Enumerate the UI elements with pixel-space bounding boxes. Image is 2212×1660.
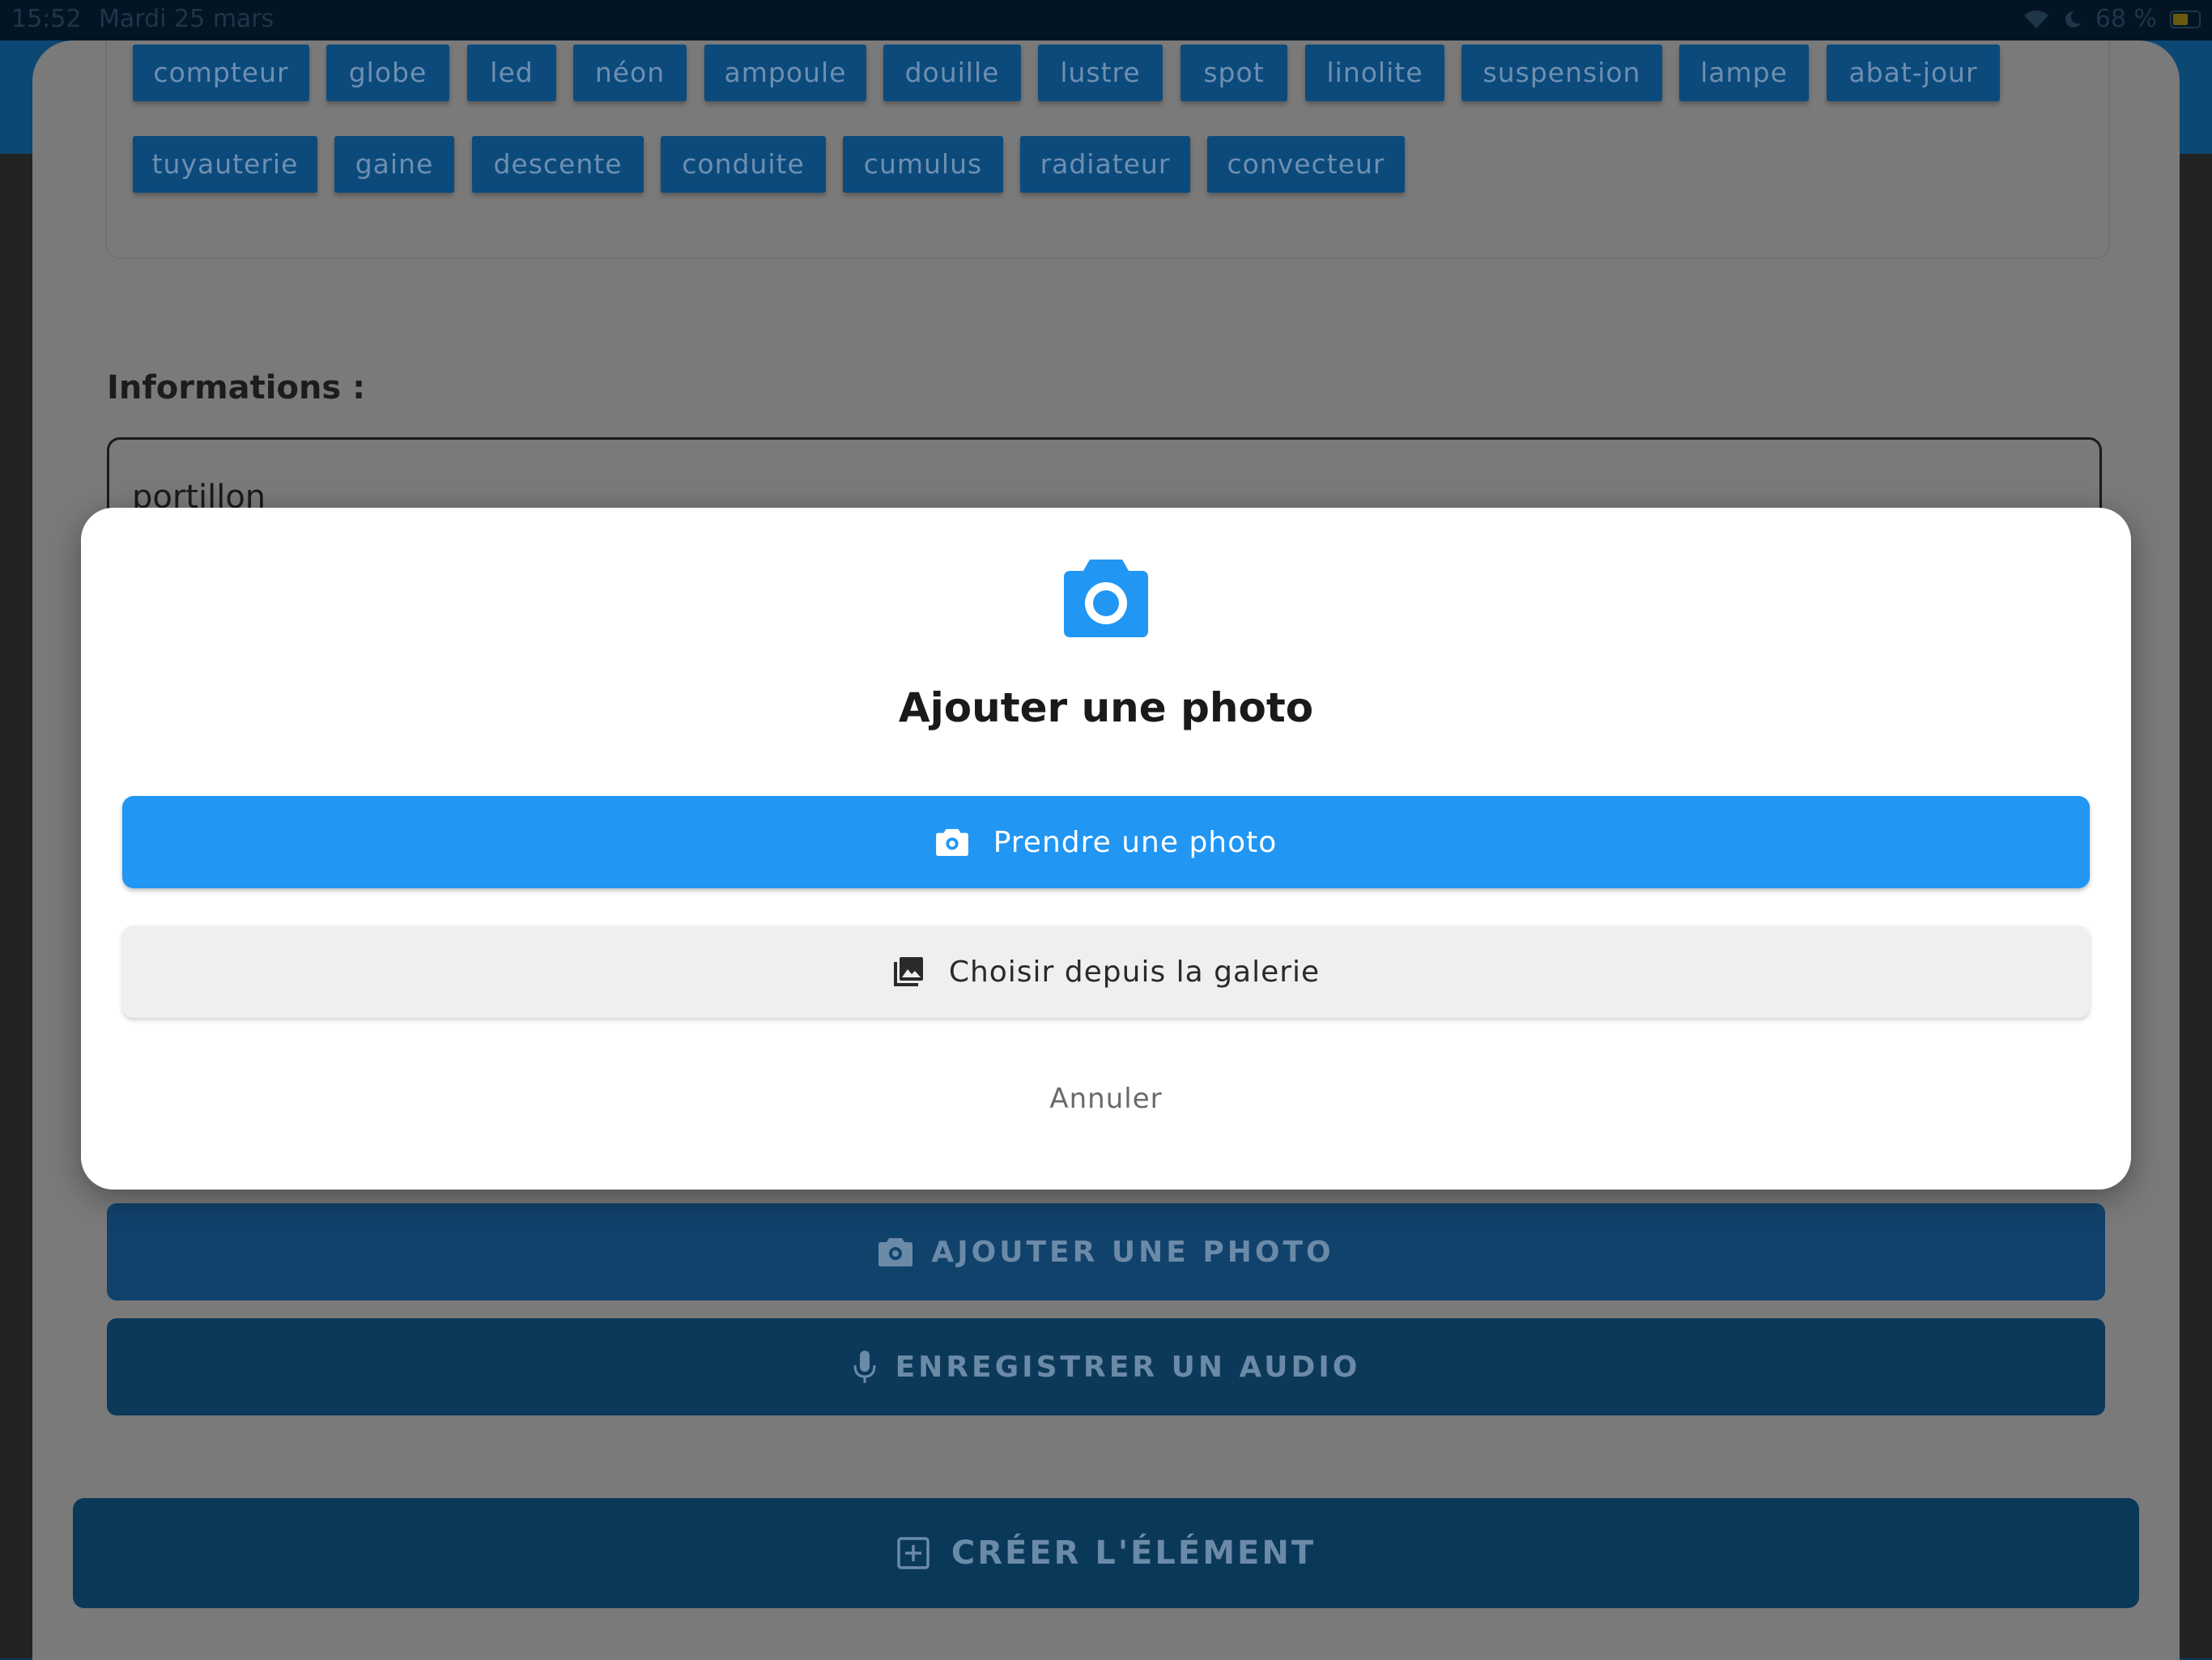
tag-chip[interactable]: linolite (1305, 45, 1444, 101)
battery-icon (2170, 10, 2201, 28)
camera-icon (1064, 560, 1148, 637)
create-element-label: CRÉER L'ÉLÉMENT (951, 1534, 1317, 1572)
camera-icon (878, 1238, 913, 1266)
info-label: Informations : (107, 369, 366, 406)
microphone-icon (853, 1351, 876, 1383)
tag-chip[interactable]: ampoule (704, 45, 866, 101)
record-audio-label: ENREGISTRER UN AUDIO (895, 1350, 1361, 1384)
moon-icon (2065, 11, 2081, 28)
tag-chip[interactable]: cumulus (843, 136, 1003, 193)
tag-chip[interactable]: descente (472, 136, 644, 193)
tag-chip[interactable]: gaine (334, 136, 454, 193)
add-photo-button[interactable]: AJOUTER UNE PHOTO (107, 1203, 2105, 1300)
add-photo-dialog: Ajouter une photo Prendre une photo Choi… (81, 508, 2131, 1190)
create-element-button[interactable]: CRÉER L'ÉLÉMENT (73, 1498, 2139, 1608)
take-photo-button[interactable]: Prendre une photo (122, 796, 2090, 888)
wifi-icon (2023, 10, 2048, 28)
tag-chip[interactable]: radiateur (1020, 136, 1190, 193)
tag-chip[interactable]: suspension (1461, 45, 1662, 101)
tag-chip[interactable]: lustre (1038, 45, 1163, 101)
tag-chip[interactable]: néon (573, 45, 687, 101)
cancel-button[interactable]: Annuler (1020, 1075, 1192, 1123)
record-audio-button[interactable]: ENREGISTRER UN AUDIO (107, 1318, 2105, 1415)
battery-percent: 68 % (2095, 5, 2157, 33)
tag-chip[interactable]: tuyauterie (133, 136, 317, 193)
tag-chip[interactable]: convecteur (1207, 136, 1405, 193)
tag-chip[interactable]: abat-jour (1827, 45, 2000, 101)
tag-chip[interactable]: led (467, 45, 556, 101)
status-time: 15:52 (11, 5, 82, 33)
tag-chip[interactable]: conduite (661, 136, 826, 193)
status-date: Mardi 25 mars (99, 5, 274, 33)
status-right: 68 % (2023, 5, 2201, 33)
tag-chip[interactable]: spot (1180, 45, 1287, 101)
camera-icon (935, 828, 968, 857)
dialog-title: Ajouter une photo (898, 684, 1314, 731)
add-photo-label: AJOUTER UNE PHOTO (931, 1235, 1334, 1269)
choose-gallery-label: Choisir depuis la galerie (948, 955, 1321, 989)
take-photo-label: Prendre une photo (993, 825, 1278, 859)
choose-gallery-button[interactable]: Choisir depuis la galerie (122, 926, 2090, 1018)
status-bar: 15:52 Mardi 25 mars 68 % (0, 0, 2212, 40)
tag-chip[interactable]: douille (883, 45, 1021, 101)
tag-chip[interactable]: globe (326, 45, 449, 101)
tag-chip[interactable]: compteur (133, 45, 309, 101)
add-box-icon (897, 1537, 929, 1569)
tag-chip[interactable]: lampe (1679, 45, 1809, 101)
photo-library-icon (893, 957, 923, 986)
